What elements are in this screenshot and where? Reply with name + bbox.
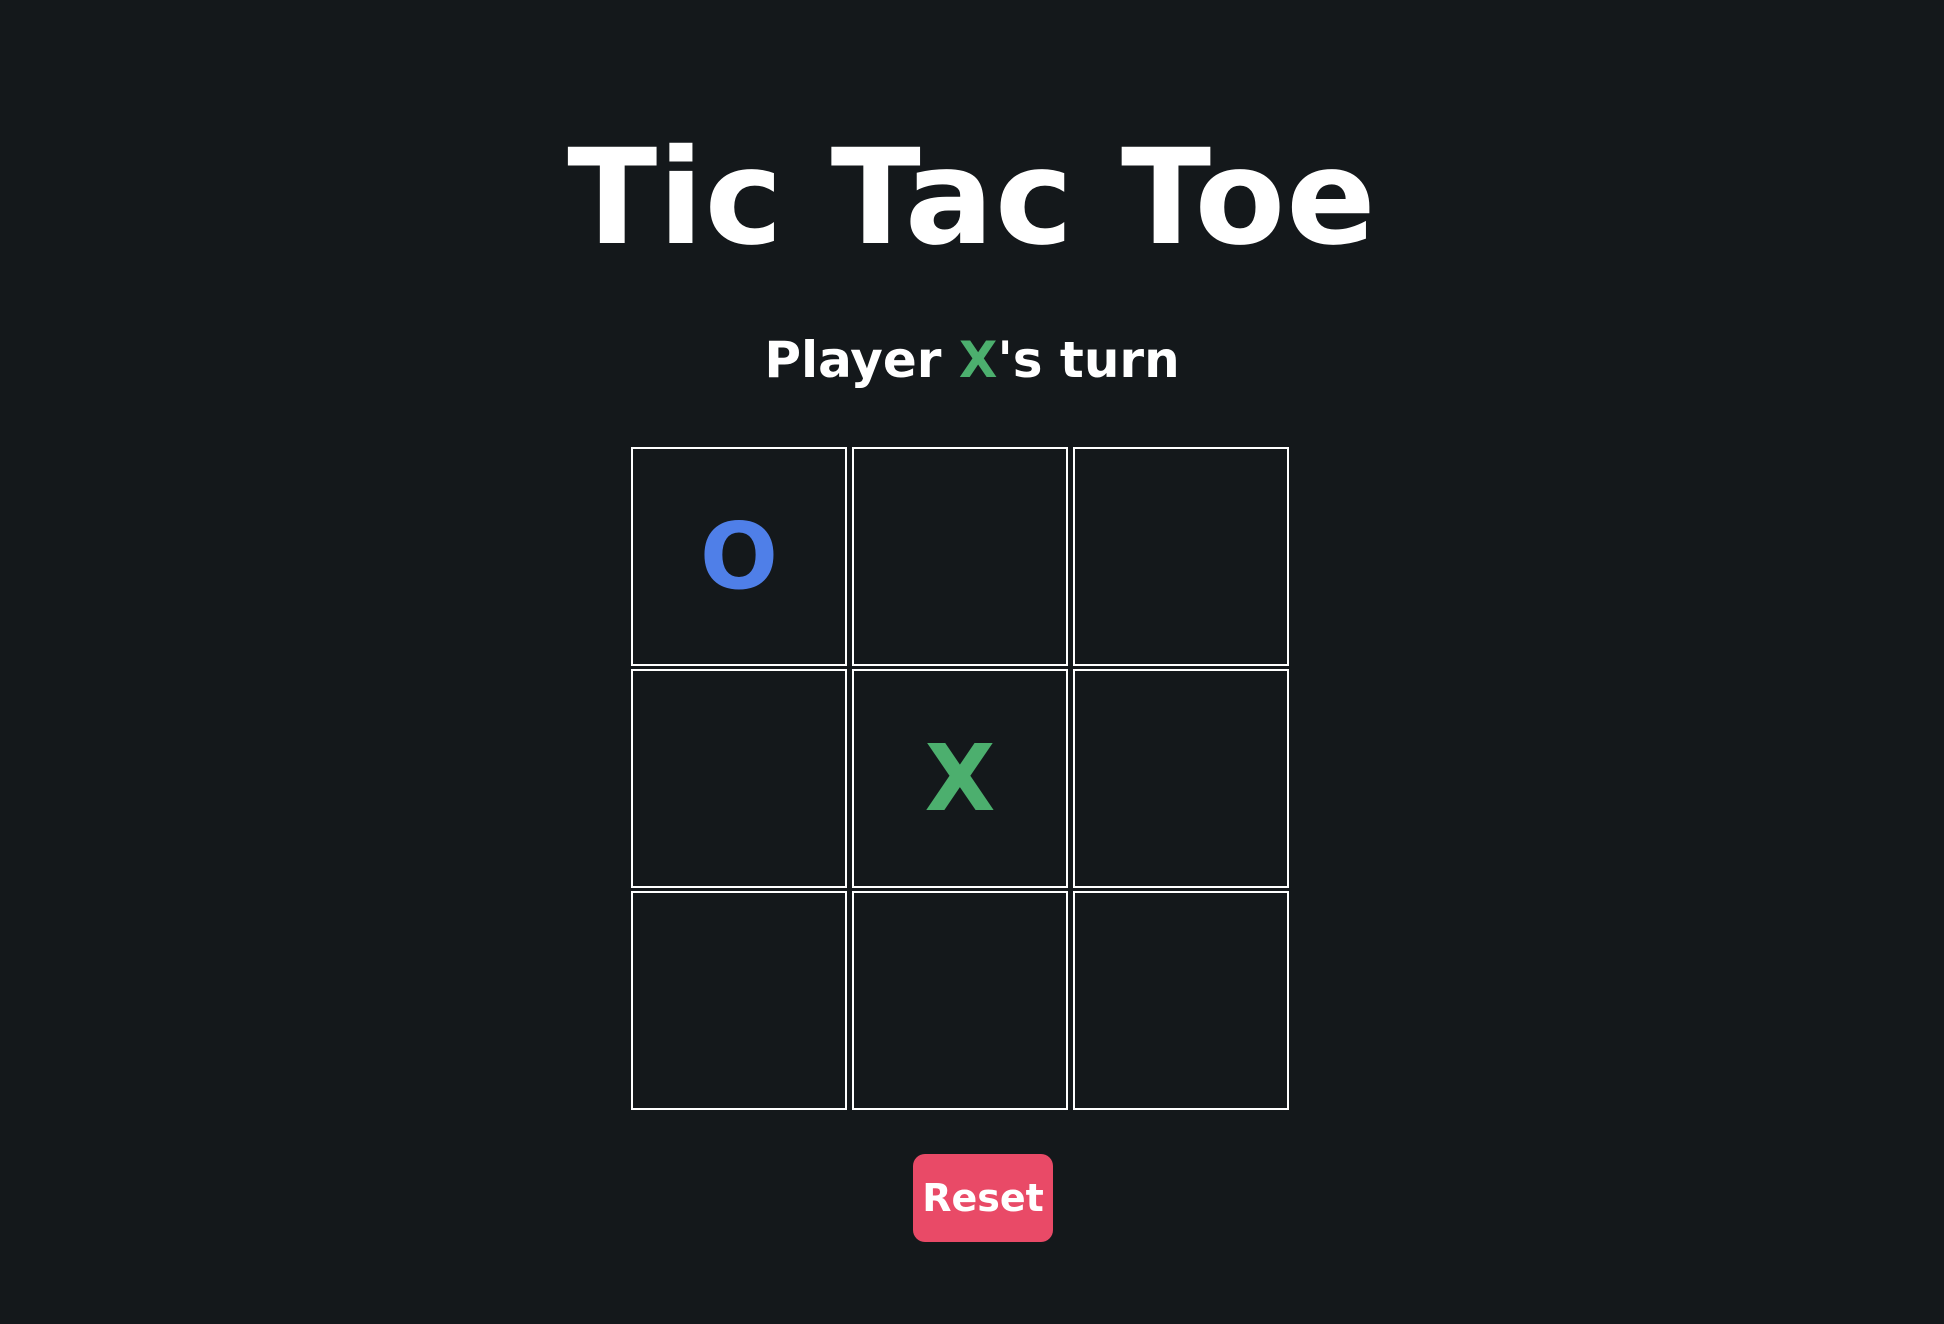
board-cell-8[interactable] xyxy=(852,891,1068,1110)
current-player: X xyxy=(958,331,998,389)
game-board: O X xyxy=(631,447,1292,1115)
board-cell-7[interactable] xyxy=(631,891,847,1110)
turn-status: Player X's turn xyxy=(0,328,1944,392)
board-cell-9[interactable] xyxy=(1073,891,1289,1110)
board-cell-5[interactable]: X xyxy=(852,669,1068,888)
board-cell-6[interactable] xyxy=(1073,669,1289,888)
turn-status-suffix: 's turn xyxy=(997,331,1180,389)
board-cell-3[interactable] xyxy=(1073,447,1289,666)
board-cell-4[interactable] xyxy=(631,669,847,888)
board-cell-2[interactable] xyxy=(852,447,1068,666)
board-cell-1[interactable]: O xyxy=(631,447,847,666)
reset-button[interactable]: Reset xyxy=(913,1154,1053,1242)
page-title: Tic Tac Toe xyxy=(567,121,1377,275)
turn-status-prefix: Player xyxy=(764,331,959,389)
